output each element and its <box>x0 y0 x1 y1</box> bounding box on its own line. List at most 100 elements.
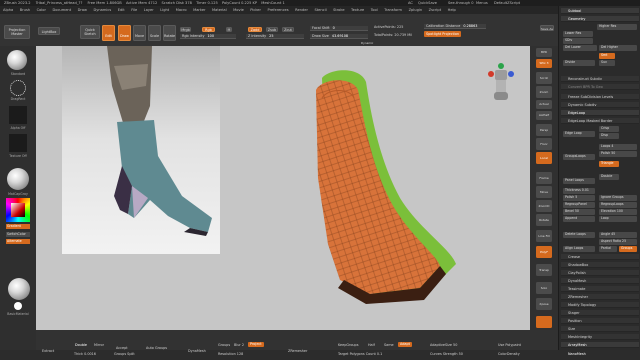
reconstruct-subdiv-button[interactable]: Reconstruct Subdiv <box>561 76 639 83</box>
z-intensity-slider[interactable]: Z Intensity 25 <box>246 34 304 39</box>
project-button[interactable]: Project <box>248 342 264 347</box>
zoomd-button[interactable]: ZoomD <box>536 200 552 212</box>
menu-light[interactable]: Light <box>160 8 169 12</box>
calibration-distance-slider[interactable]: Calibration Distance 0.28863 <box>424 24 486 29</box>
persp-button[interactable]: Persp <box>536 124 552 136</box>
menu-movie[interactable]: Movie <box>233 8 244 12</box>
menu-color[interactable]: Color <box>37 8 46 12</box>
target-polygons-slider[interactable]: Target Polygons Count 0.1 <box>338 352 382 356</box>
solo-button[interactable]: Solo <box>536 282 552 294</box>
local-button[interactable]: Local <box>536 152 552 164</box>
zoom-button[interactable]: Zoom <box>536 86 552 98</box>
polish-slider[interactable]: Polish 50 <box>599 151 637 157</box>
delete-loops-button[interactable]: Delete Loops <box>563 232 595 238</box>
menu-alpha[interactable]: Alpha <box>3 8 13 12</box>
menu-transform[interactable]: Transform <box>384 8 402 12</box>
del-higher-button[interactable]: Del Higher <box>599 45 637 51</box>
projection-master-button[interactable]: Projection Master <box>4 25 30 39</box>
scale-button[interactable]: Scale <box>148 25 161 41</box>
aspect-ratio-slider[interactable]: Aspect Ratio 25 <box>599 239 637 245</box>
alpha-icon[interactable] <box>9 106 27 124</box>
edge-loop-button[interactable]: Edge Loop <box>563 131 595 137</box>
modify-topology-menu[interactable]: Modify Topology <box>561 302 639 309</box>
position-menu[interactable]: Position <box>561 318 639 325</box>
line-fill-button[interactable]: Line Fill <box>536 230 552 242</box>
actual-button[interactable]: Actual <box>536 100 552 109</box>
aahalf-button[interactable]: AAHalf <box>536 111 552 120</box>
xpose-button[interactable]: Xpose <box>536 298 552 310</box>
menu-brush[interactable]: Brush <box>20 8 30 12</box>
edgeloop-masked-border-button[interactable]: EdgeLoop Masked Border <box>561 118 639 125</box>
angle-slider[interactable]: Angle 45 <box>599 232 637 238</box>
crisp-button[interactable]: Crisp <box>599 126 619 132</box>
group-loops-button[interactable]: GroupsLoops <box>563 154 595 160</box>
extract-button[interactable]: Extract <box>42 349 54 353</box>
menu-macro[interactable]: Macro <box>176 8 187 12</box>
tessimate-menu[interactable]: Tessimate <box>561 286 639 293</box>
zremesher-button[interactable]: ZRemesher <box>288 349 307 353</box>
menu-draw[interactable]: Draw <box>78 8 87 12</box>
standard-brush-icon[interactable] <box>7 50 27 70</box>
thickness-slider[interactable]: Thickness 0.01 <box>563 188 595 194</box>
edit-button[interactable]: Edit <box>102 25 115 41</box>
menu-stencil[interactable]: Stencil <box>314 8 326 12</box>
material-dot-icon[interactable] <box>14 302 22 310</box>
navigation-gizmo-icon[interactable] <box>486 62 516 108</box>
menu-dynamics[interactable]: Dynamics <box>94 8 112 12</box>
menu-zscript[interactable]: Zscript <box>429 8 441 12</box>
double-toggle[interactable]: Double <box>599 174 619 180</box>
new-loop-button[interactable]: Loop <box>599 216 637 222</box>
menu-tool[interactable]: Tool <box>371 8 378 12</box>
regroup-loops-button[interactable]: RegroupLoops <box>599 202 637 208</box>
alternate-button[interactable]: Alternate <box>6 239 30 244</box>
freeze-subdiv-button[interactable]: Freeze SubDivision Levels <box>561 94 639 101</box>
triangle-toggle[interactable]: Triangle <box>599 161 619 167</box>
elevation-slider[interactable]: Elevation 100 <box>599 209 637 215</box>
gradient-button[interactable]: Gradient <box>6 224 30 229</box>
menu-stroke[interactable]: Stroke <box>333 8 344 12</box>
lightbox-button[interactable]: LightBox <box>38 27 60 35</box>
disp-button[interactable]: Disp <box>599 133 619 139</box>
double-toggle-bottom[interactable]: Double <box>75 343 87 347</box>
orange-tool-button[interactable] <box>536 316 552 328</box>
mesh-model[interactable] <box>300 68 480 308</box>
groups-button-bottom[interactable]: Groups <box>218 343 230 347</box>
accept-button[interactable]: Accept <box>116 346 128 350</box>
zsub-button[interactable]: Zsub <box>266 27 278 32</box>
rgb-button[interactable]: Rgb <box>202 27 215 32</box>
dynamic-toggle[interactable]: Dynamic <box>361 41 373 45</box>
save-as-button[interactable]: Save As <box>540 25 554 31</box>
menu-zplugin[interactable]: Zplugin <box>409 8 423 12</box>
draw-size-slider[interactable]: Draw Size 43.69108 <box>310 34 368 39</box>
suv-toggle[interactable]: Suv <box>599 60 615 66</box>
bpr-button[interactable]: BPR <box>536 48 552 57</box>
zadd-button[interactable]: Zadd <box>248 27 262 32</box>
rgb-intensity-slider[interactable]: Rgb Intensity 100 <box>180 34 236 39</box>
adapt-button[interactable]: Adapt <box>398 342 412 347</box>
texture-icon[interactable] <box>9 134 27 152</box>
shadowbox-menu[interactable]: ShadowBox <box>561 262 639 269</box>
ignore-groups-toggle[interactable]: Ignore Groups <box>599 195 637 201</box>
sdiv-slider[interactable]: SDiv <box>563 38 593 44</box>
panel-loops-button[interactable]: Panel Loops <box>563 178 595 184</box>
menu-marker[interactable]: Marker <box>193 8 205 12</box>
polish2-slider[interactable]: Polish 5 <box>563 195 595 201</box>
higher-res-button[interactable]: Higher Res <box>597 24 637 30</box>
spotlight-projection-button[interactable]: Spotlight Projection <box>424 31 462 37</box>
stroke-icon[interactable] <box>10 80 26 96</box>
arraymesh-menu[interactable]: ArrayMesh <box>561 342 639 349</box>
color-picker-icon[interactable] <box>6 198 30 222</box>
transp-button[interactable]: Transp <box>536 264 552 276</box>
switch-color-button[interactable]: SwitchColor <box>6 232 30 237</box>
basic-material-sphere-icon[interactable] <box>8 278 30 300</box>
zcut-button[interactable]: Zcut <box>282 27 294 32</box>
menu-preferences[interactable]: Preferences <box>268 8 289 12</box>
keep-groups-button[interactable]: KeepGroups <box>338 343 358 347</box>
menu-render[interactable]: Render <box>295 8 308 12</box>
same-button[interactable]: Same <box>384 343 394 347</box>
use-polypaint-button[interactable]: Use Polypaint <box>498 343 521 347</box>
regroup-panel-button[interactable]: RegroupPanel <box>563 202 595 208</box>
geometry-header[interactable]: Geometry <box>561 16 639 23</box>
rotate-view-button[interactable]: Rotate <box>536 214 552 226</box>
menu-edit[interactable]: Edit <box>118 8 125 12</box>
